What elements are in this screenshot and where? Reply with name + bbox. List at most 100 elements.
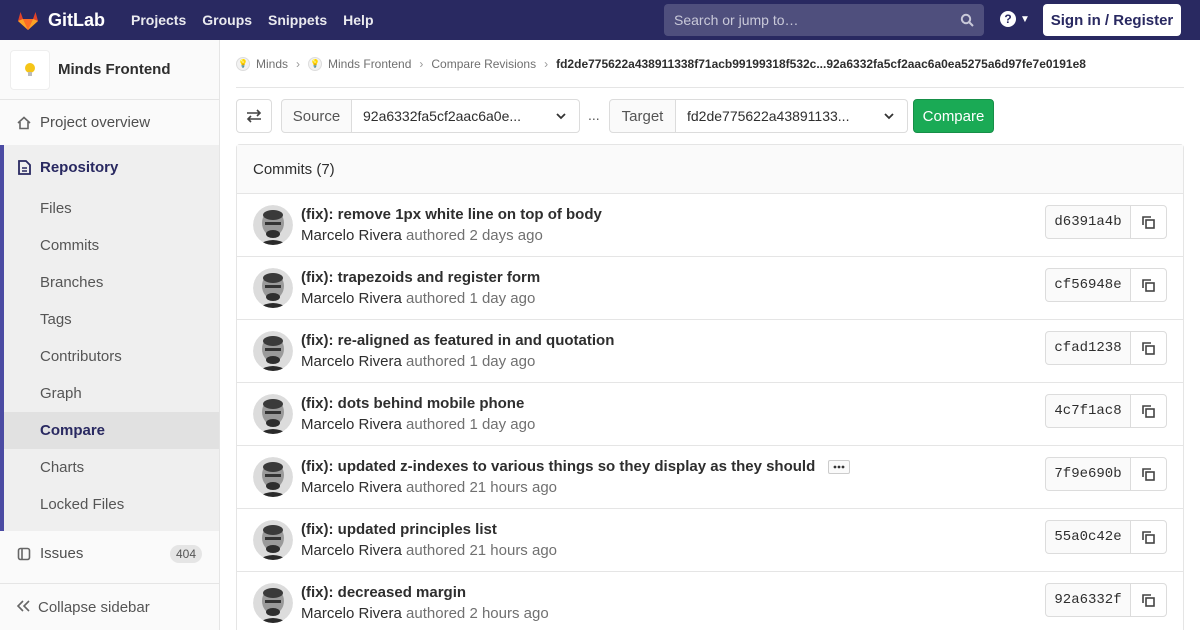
chevron-down-icon [556, 113, 566, 120]
commit-title[interactable]: (fix): updated principles list [301, 521, 497, 538]
source-revision-dropdown[interactable]: 92a6332fa5cf2aac6a0e... [352, 99, 580, 133]
breadcrumb-item-compare-revisions[interactable]: Compare Revisions [431, 57, 536, 71]
copy-sha-button[interactable] [1130, 457, 1167, 491]
collapse-sidebar-button[interactable]: Collapse sidebar [0, 583, 219, 630]
commit-title-text: (fix): trapezoids and register form [301, 269, 541, 286]
copy-sha-button[interactable] [1130, 331, 1167, 365]
commit-time: 1 day ago [469, 353, 536, 370]
breadcrumb: 💡 Minds › 💡 Minds Frontend › Compare Rev… [236, 40, 1184, 88]
sidebar-item-commits[interactable]: Commits [4, 227, 219, 264]
copy-sha-button[interactable] [1130, 394, 1167, 428]
sidebar-item-branches[interactable]: Branches [4, 264, 219, 301]
swap-arrows-icon [246, 109, 262, 123]
copy-icon [1142, 530, 1155, 544]
swap-revisions-button[interactable] [236, 99, 272, 133]
sidebar-label: Issues [40, 545, 84, 562]
commit-row: (fix): remove 1px white line on top of b… [237, 194, 1183, 257]
commit-sha-button[interactable]: 4c7f1ac8 [1045, 394, 1131, 428]
project-header[interactable]: Minds Frontend [0, 40, 219, 100]
home-icon [16, 115, 32, 130]
commit-verb: authored [406, 290, 466, 307]
sidebar-item-project-overview[interactable]: Project overview [0, 104, 219, 141]
commit-author-name[interactable]: Marcelo Rivera [301, 542, 402, 559]
copy-sha-button[interactable] [1130, 520, 1167, 554]
commit-sha-button[interactable]: 92a6332f [1045, 583, 1131, 617]
sidebar-item-locked-files[interactable]: Locked Files [4, 486, 219, 523]
commit-title-text: (fix): re-aligned as featured in and quo… [301, 332, 615, 349]
commit-sha-button[interactable]: cfad1238 [1045, 331, 1131, 365]
commit-time: 21 hours ago [469, 479, 558, 496]
commit-sha-button[interactable]: 7f9e690b [1045, 457, 1131, 491]
nav-groups[interactable]: Groups [202, 12, 252, 28]
project-name: Minds Frontend [58, 61, 171, 78]
nav-help[interactable]: Help [343, 12, 373, 28]
target-revision-dropdown[interactable]: fd2de775622a43891133... [676, 99, 908, 133]
commit-title[interactable]: (fix): re-aligned as featured in and quo… [301, 332, 614, 349]
commit-author-name[interactable]: Marcelo Rivera [301, 227, 402, 244]
sidebar-item-issues[interactable]: Issues 404 [0, 535, 219, 572]
commit-author-name[interactable]: Marcelo Rivera [301, 353, 402, 370]
author-avatar[interactable] [253, 268, 293, 308]
lightbulb-icon: 💡 [236, 56, 250, 71]
copy-icon [1142, 215, 1155, 229]
sidebar-item-graph[interactable]: Graph [4, 375, 219, 412]
commit-sha-button[interactable]: 55a0c42e [1045, 520, 1131, 554]
author-avatar[interactable] [253, 583, 293, 623]
author-avatar[interactable] [253, 457, 293, 497]
author-avatar[interactable] [253, 205, 293, 245]
search-placeholder: Search or jump to… [674, 12, 799, 28]
nav-snippets[interactable]: Snippets [268, 12, 327, 28]
sign-in-button[interactable]: Sign in / Register [1043, 4, 1181, 36]
expand-commit-message-button[interactable] [828, 460, 851, 475]
author-avatar[interactable] [253, 394, 293, 434]
lightbulb-icon: 💡 [308, 56, 323, 71]
commit-author-name[interactable]: Marcelo Rivera [301, 479, 402, 496]
commit-verb: authored [406, 353, 466, 370]
commit-author-name[interactable]: Marcelo Rivera [301, 290, 402, 307]
commit-title[interactable]: (fix): remove 1px white line on top of b… [301, 206, 602, 223]
breadcrumb-item-minds-frontend[interactable]: 💡 Minds Frontend [308, 56, 411, 71]
commit-title-text: (fix): updated principles list [301, 521, 497, 538]
compare-button[interactable]: Compare [913, 99, 994, 133]
commit-title[interactable]: (fix): dots behind mobile phone [301, 395, 524, 412]
search-icon [960, 13, 974, 27]
gitlab-logo[interactable]: GitLab [16, 8, 105, 32]
question-icon: ? [1000, 11, 1016, 27]
chevron-right-icon: › [296, 56, 301, 71]
breadcrumb-current[interactable]: fd2de775622a438911338f71acb99199318f532c… [556, 57, 1086, 71]
commit-row: (fix): dots behind mobile phone Marcelo … [237, 383, 1183, 446]
commit-sha-button[interactable]: d6391a4b [1045, 205, 1131, 239]
target-label: Target [609, 99, 676, 133]
commit-time: 2 days ago [469, 227, 543, 244]
commit-row: (fix): decreased margin Marcelo Rivera a… [237, 572, 1183, 630]
breadcrumb-item-minds[interactable]: 💡 Minds [236, 56, 288, 71]
commit-author-name[interactable]: Marcelo Rivera [301, 605, 402, 622]
ellipsis-icon [834, 465, 845, 469]
sidebar-item-tags[interactable]: Tags [4, 301, 219, 338]
copy-sha-button[interactable] [1130, 205, 1167, 239]
gitlab-fox-icon [18, 12, 38, 30]
commit-title[interactable]: (fix): updated z-indexes to various thin… [301, 458, 851, 475]
copy-sha-button[interactable] [1130, 268, 1167, 302]
commit-verb: authored [406, 605, 466, 622]
author-avatar[interactable] [253, 331, 293, 371]
commit-title[interactable]: (fix): trapezoids and register form [301, 269, 540, 286]
sidebar-item-files[interactable]: Files [4, 190, 219, 227]
commit-title[interactable]: (fix): decreased margin [301, 584, 466, 601]
commit-sha-button[interactable]: cf56948e [1045, 268, 1131, 302]
sidebar-item-compare[interactable]: Compare [4, 412, 219, 449]
copy-icon [1142, 467, 1155, 481]
sidebar-item-charts[interactable]: Charts [4, 449, 219, 486]
sidebar-label: Project overview [40, 114, 151, 131]
nav-projects[interactable]: Projects [131, 12, 186, 28]
help-dropdown[interactable]: ? ▼ [1000, 11, 1030, 27]
commit-author-line: Marcelo Rivera authored 1 day ago [301, 290, 535, 307]
sidebar-item-contributors[interactable]: Contributors [4, 338, 219, 375]
sidebar-item-repository[interactable]: Repository [0, 150, 219, 184]
commit-row: (fix): trapezoids and register form Marc… [237, 257, 1183, 320]
issues-icon [16, 547, 32, 561]
search-input[interactable]: Search or jump to… [664, 4, 984, 36]
author-avatar[interactable] [253, 520, 293, 560]
copy-sha-button[interactable] [1130, 583, 1167, 617]
commit-author-name[interactable]: Marcelo Rivera [301, 416, 402, 433]
